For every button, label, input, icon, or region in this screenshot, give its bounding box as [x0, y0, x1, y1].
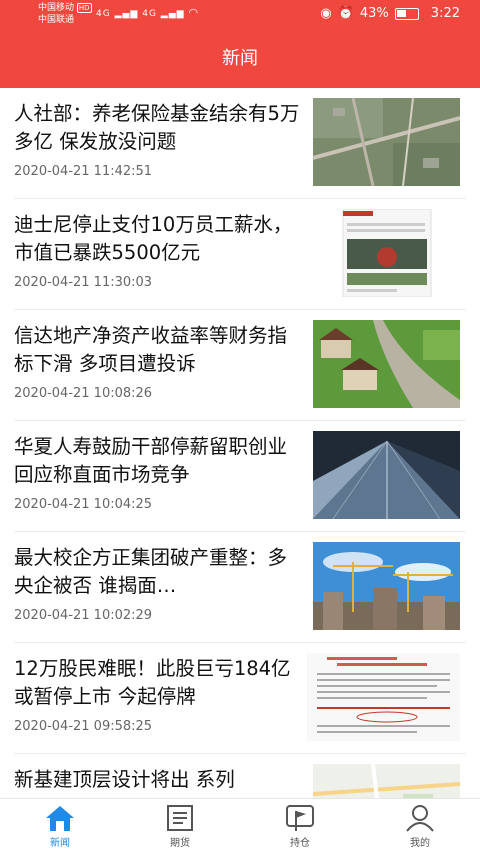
news-time: 2020-04-21 10:02:29: [14, 608, 153, 623]
news-title: 12万股民难眠！此股巨亏184亿或暂停上市 今起停牌: [14, 657, 291, 708]
street-map-image: [313, 764, 460, 798]
tab-holdings[interactable]: 持仓: [240, 799, 360, 854]
signal-icons: 4G ▂▄▆ 4G ▂▄▆ ◠: [96, 6, 199, 19]
page-title: 新闻: [222, 48, 258, 69]
village-houses-image: [313, 320, 460, 408]
news-item[interactable]: 人社部：养老保险基金结余有5万多亿 保发放没问题 2020-04-21 11:4…: [14, 88, 466, 199]
alarm-icon: ⏰: [337, 6, 354, 21]
battery-icon: [394, 7, 419, 20]
eye-icon: ◉: [320, 6, 332, 21]
carrier-info: 中国移动 HD 中国联通: [38, 2, 92, 26]
news-item[interactable]: 迪士尼停止支付10万员工薪水，市值已暴跌5500亿元 2020-04-21 11…: [14, 199, 466, 310]
tab-futures[interactable]: 期货: [120, 799, 240, 854]
status-right: ◉ ⏰ 43% 3:22: [320, 6, 460, 21]
network-type-1: 4G: [96, 9, 111, 19]
wifi-icon: ◠: [188, 6, 200, 19]
bottom-tab-bar: 新闻 期货 持仓 我的: [0, 798, 480, 853]
news-title: 信达地产净资产收益率等财务指标下滑 多项目遭投诉: [14, 324, 288, 375]
news-item[interactable]: 新基建顶层设计将出 系列: [14, 754, 466, 798]
signal-icon: ▂▄▆: [160, 9, 185, 19]
network-type-2: 4G: [142, 9, 157, 19]
news-title: 迪士尼停止支付10万员工薪水，市值已暴跌5500亿元: [14, 213, 293, 264]
construction-cranes-image: [313, 542, 460, 630]
home-icon: [46, 806, 74, 831]
news-thumbnail: [313, 209, 460, 297]
news-thumbnail: [313, 431, 460, 519]
news-thumbnail: [307, 653, 460, 741]
flag-icon: [286, 805, 314, 831]
book-icon: [167, 805, 193, 831]
news-item[interactable]: 华夏人寿鼓励干部停薪留职创业 回应称直面市场竞争 2020-04-21 10:0…: [14, 421, 466, 532]
tab-label: 新闻: [50, 838, 70, 849]
news-time: 2020-04-21 11:30:03: [14, 275, 153, 290]
news-time: 2020-04-21 09:58:25: [14, 719, 153, 734]
webpage-screenshot-image: [313, 209, 460, 297]
tab-label: 期货: [170, 838, 190, 849]
tab-news[interactable]: 新闻: [0, 799, 120, 854]
hd-badge: HD: [76, 3, 92, 13]
news-item[interactable]: 12万股民难眠！此股巨亏184亿或暂停上市 今起停牌 2020-04-21 09…: [14, 643, 466, 754]
battery-percent: 43%: [359, 6, 389, 21]
news-thumbnail: [313, 764, 460, 798]
aerial-map-image: [313, 98, 460, 186]
news-time: 2020-04-21 11:42:51: [14, 164, 153, 179]
glass-skyscraper-image: [313, 431, 460, 519]
carrier-2: 中国联通: [38, 15, 75, 25]
tab-mine[interactable]: 我的: [360, 799, 480, 854]
carrier-1: 中国移动: [38, 3, 75, 13]
document-scan-image: [307, 653, 460, 741]
tab-label: 我的: [410, 838, 430, 849]
news-thumbnail: [313, 98, 460, 186]
clock: 3:22: [430, 6, 460, 21]
news-title: 最大校企方正集团破产重整：多央企被否 谁揭面…: [14, 546, 288, 597]
news-time: 2020-04-21 10:04:25: [14, 497, 153, 512]
news-title: 人社部：养老保险基金结余有5万多亿 保发放没问题: [14, 102, 300, 153]
status-bar: 中国移动 HD 中国联通 4G ▂▄▆ 4G ▂▄▆ ◠ ◉ ⏰ 43% 3:2…: [0, 0, 480, 30]
user-icon: [406, 805, 434, 832]
news-list[interactable]: 人社部：养老保险基金结余有5万多亿 保发放没问题 2020-04-21 11:4…: [0, 88, 480, 798]
signal-icon: ▂▄▆: [114, 9, 139, 19]
tab-label: 持仓: [290, 838, 310, 849]
news-thumbnail: [313, 542, 460, 630]
news-item[interactable]: 最大校企方正集团破产重整：多央企被否 谁揭面… 2020-04-21 10:02…: [14, 532, 466, 643]
news-title: 新基建顶层设计将出 系列: [14, 768, 235, 791]
news-title: 华夏人寿鼓励干部停薪留职创业 回应称直面市场竞争: [14, 435, 288, 486]
news-item[interactable]: 信达地产净资产收益率等财务指标下滑 多项目遭投诉 2020-04-21 10:0…: [14, 310, 466, 421]
app-header: 中国移动 HD 中国联通 4G ▂▄▆ 4G ▂▄▆ ◠ ◉ ⏰ 43% 3:2…: [0, 0, 480, 88]
news-time: 2020-04-21 10:08:26: [14, 386, 153, 401]
news-thumbnail: [313, 320, 460, 408]
